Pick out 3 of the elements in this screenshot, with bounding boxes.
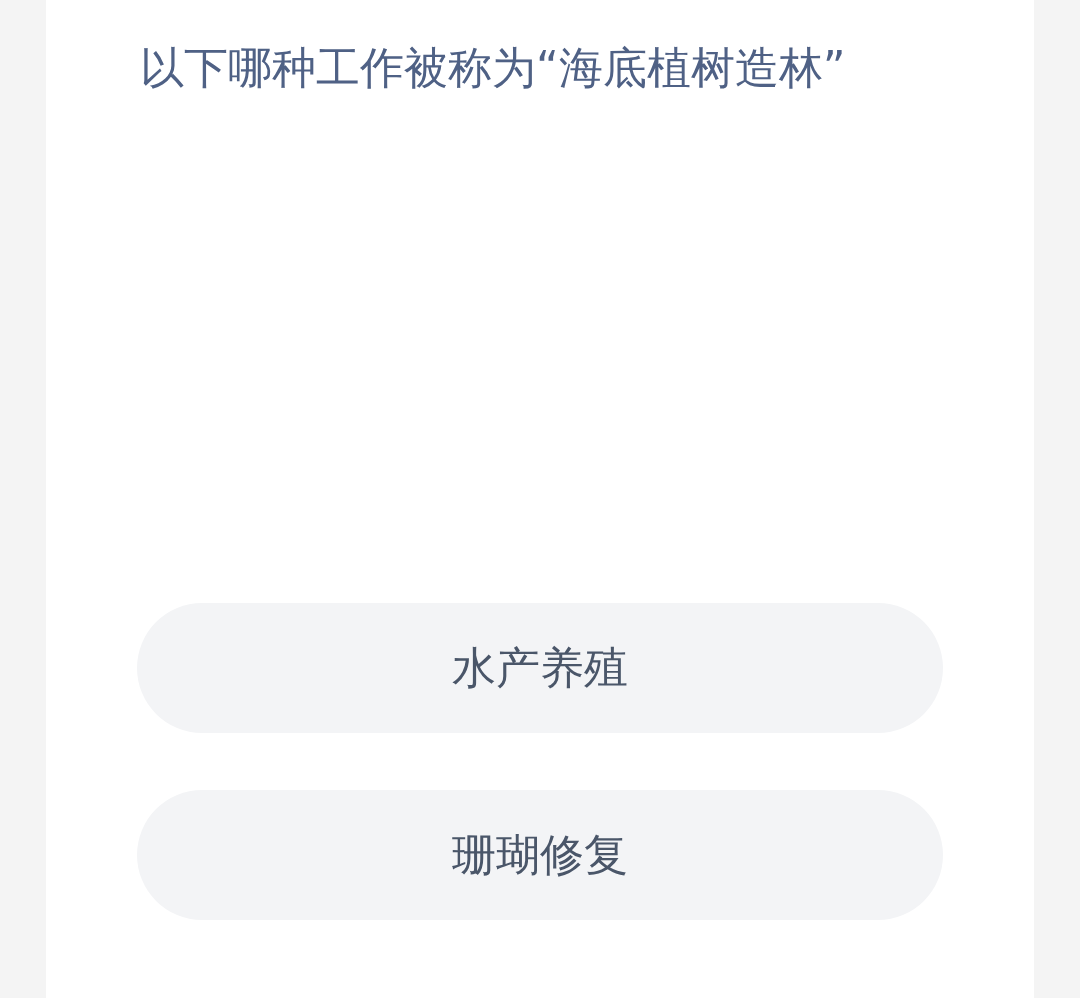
answer-option[interactable]: 珊瑚修复 xyxy=(137,790,943,920)
answer-option[interactable]: 水产养殖 xyxy=(137,603,943,733)
question-text: 以下哪种工作被称为“海底植树造林” xyxy=(140,41,847,95)
